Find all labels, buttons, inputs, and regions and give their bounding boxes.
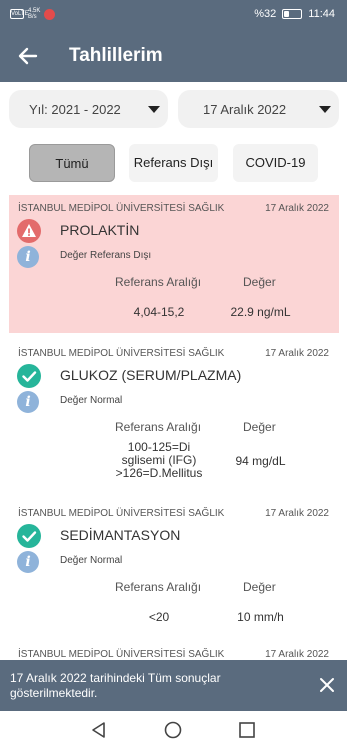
network-speed: 4.5K B/s <box>28 8 40 20</box>
result-value: 22.9 ng/mL <box>230 305 291 319</box>
system-nav-bar <box>0 711 347 750</box>
clock: 11:44 <box>308 8 335 20</box>
reference-range: 100-125=Di sglisemi (IFG) >126=D.Mellitu… <box>99 441 219 480</box>
network-speed-unit: B/s <box>28 14 37 20</box>
back-arrow-icon[interactable] <box>16 44 40 68</box>
range-status: Değer Normal <box>60 555 123 566</box>
tab-covid[interactable]: COVID-19 <box>233 144 318 182</box>
result-date: 17 Aralık 2022 <box>265 203 329 214</box>
volte-icon: VoLTE <box>10 9 29 19</box>
result-date: 17 Aralık 2022 <box>265 348 329 359</box>
notification-icon <box>44 8 56 20</box>
battery-fill <box>284 11 290 17</box>
tab-out-of-range[interactable]: Referans Dışı <box>129 144 218 182</box>
app-bar: Tahlillerim <box>0 30 347 82</box>
status-left: VoLTE 4.5K B/s <box>10 8 56 20</box>
battery-icon <box>282 9 303 19</box>
status-right: %32 11:44 <box>254 8 335 20</box>
info-icon[interactable]: i <box>17 551 39 573</box>
close-icon[interactable] <box>319 677 335 693</box>
filter-row: Yıl: 2021 - 2022 17 Aralık 2022 <box>9 90 339 128</box>
year-dropdown-value: Yıl: 2021 - 2022 <box>29 102 121 117</box>
result-card[interactable]: İSTANBUL MEDİPOL ÜNİVERSİTESİ SAĞLIK 17 … <box>9 195 339 333</box>
range-header: Referans Aralığı <box>115 275 202 289</box>
hospital-name: İSTANBUL MEDİPOL ÜNİVERSİTESİ SAĞLIK <box>18 508 225 519</box>
status-bar: VoLTE 4.5K B/s %32 11:44 <box>0 0 347 30</box>
chevron-down-icon <box>148 106 160 113</box>
reference-range: <20 <box>148 610 170 624</box>
snackbar-message: 17 Aralık 2022 tarihindeki Tüm sonuçlar … <box>10 671 221 700</box>
result-card[interactable]: İSTANBUL MEDİPOL ÜNİVERSİTESİ SAĞLIK 17 … <box>9 500 339 640</box>
date-dropdown-value: 17 Aralık 2022 <box>203 102 287 117</box>
reference-range: 4,04-15,2 <box>133 305 185 319</box>
chevron-down-icon <box>319 106 331 113</box>
hospital-name: İSTANBUL MEDİPOL ÜNİVERSİTESİ SAĞLIK <box>18 649 225 660</box>
test-name: PROLAKTİN <box>60 222 140 238</box>
range-status: Değer Referans Dışı <box>60 250 152 261</box>
result-value: 10 mm/h <box>237 610 284 624</box>
value-header: Değer <box>243 580 276 594</box>
home-circle-icon[interactable] <box>164 721 182 739</box>
value-header: Değer <box>243 275 276 289</box>
result-card[interactable]: İSTANBUL MEDİPOL ÜNİVERSİTESİ SAĞLIK 17 … <box>9 340 339 495</box>
warning-icon <box>17 219 41 243</box>
year-dropdown[interactable]: Yıl: 2021 - 2022 <box>9 90 168 128</box>
result-date: 17 Aralık 2022 <box>265 508 329 519</box>
range-header: Referans Aralığı <box>115 420 202 434</box>
hospital-name: İSTANBUL MEDİPOL ÜNİVERSİTESİ SAĞLIK <box>18 348 225 359</box>
recents-square-icon[interactable] <box>238 721 256 739</box>
range-header: Referans Aralığı <box>115 580 202 594</box>
check-icon <box>17 364 41 388</box>
tab-all[interactable]: Tümü <box>29 144 115 182</box>
snackbar: 17 Aralık 2022 tarihindeki Tüm sonuçlar … <box>0 660 347 711</box>
battery-percent: %32 <box>254 8 277 20</box>
hospital-name: İSTANBUL MEDİPOL ÜNİVERSİTESİ SAĞLIK <box>18 203 225 214</box>
filter-tabs: Tümü Referans Dışı COVID-19 <box>0 144 347 184</box>
result-date: 17 Aralık 2022 <box>265 649 329 660</box>
test-name: SEDİMANTASYON <box>60 527 181 543</box>
info-icon[interactable]: i <box>17 246 39 268</box>
page-title: Tahlillerim <box>69 45 163 66</box>
info-icon[interactable]: i <box>17 391 39 413</box>
back-triangle-icon[interactable] <box>90 721 108 739</box>
value-header: Değer <box>243 420 276 434</box>
check-icon <box>17 524 41 548</box>
test-name: GLUKOZ (SERUM/PLAZMA) <box>60 367 242 383</box>
range-status: Değer Normal <box>60 395 123 406</box>
result-value: 94 mg/dL <box>235 454 286 468</box>
reference-range-line: >126=D.Mellitus <box>115 466 203 480</box>
date-dropdown[interactable]: 17 Aralık 2022 <box>178 90 339 128</box>
